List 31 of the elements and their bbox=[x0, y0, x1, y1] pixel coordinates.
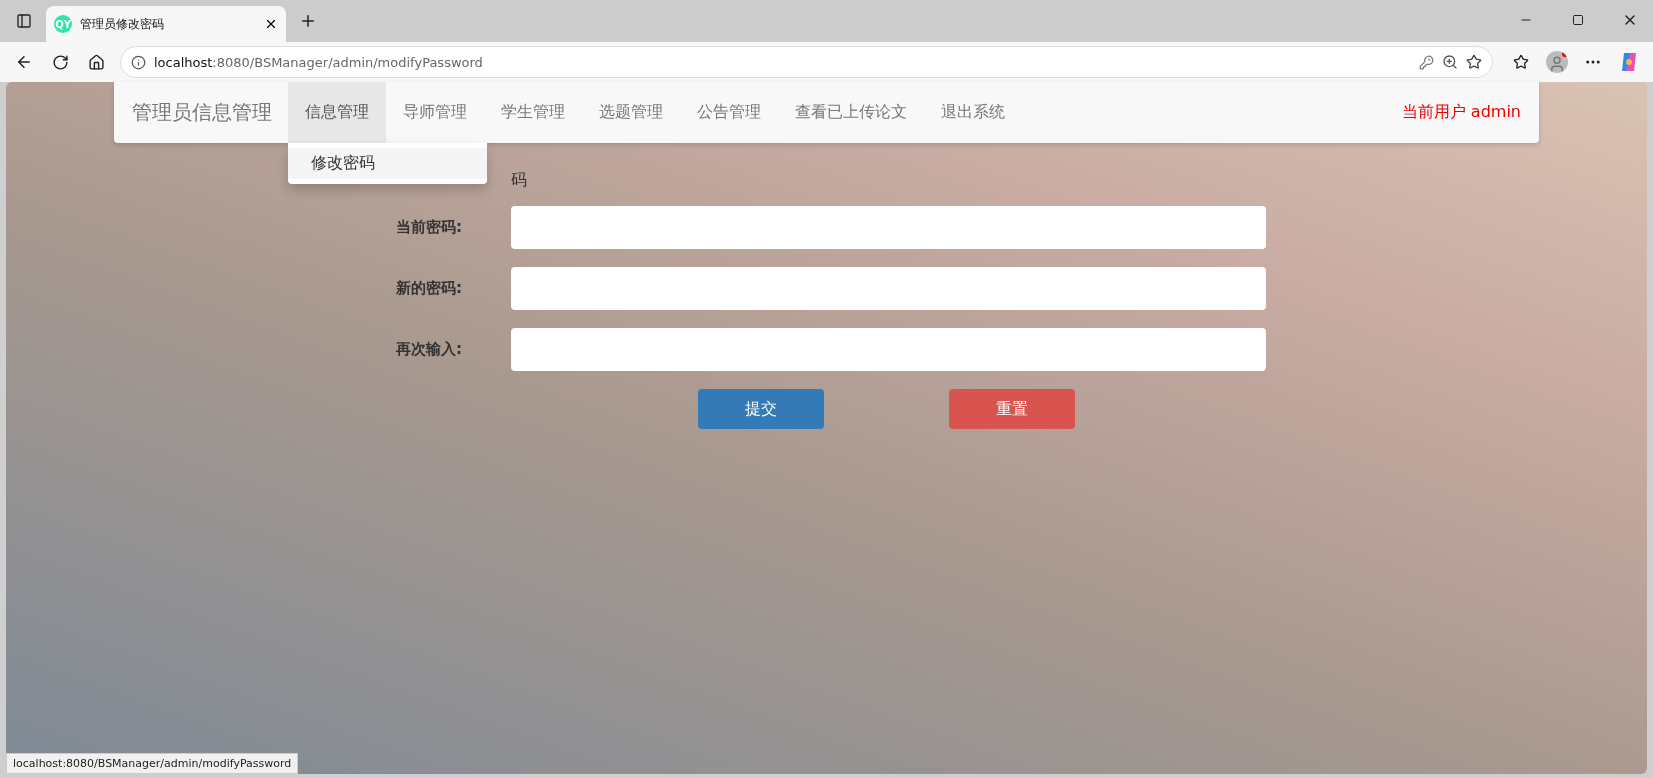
url-text: localhost:8080/BSManager/admin/modifyPassword bbox=[154, 54, 484, 70]
field-label: 再次输入: bbox=[396, 340, 463, 359]
nav-link[interactable]: 选题管理 bbox=[582, 82, 680, 143]
form-heading: 码 bbox=[511, 170, 528, 190]
submit-button[interactable]: 提交 bbox=[698, 389, 824, 429]
info-icon[interactable] bbox=[131, 54, 146, 70]
nav-link[interactable]: 查看已上传论文 bbox=[778, 82, 924, 143]
reset-button[interactable]: 重置 bbox=[949, 389, 1075, 429]
tab-title: 管理员修改密码 bbox=[80, 15, 165, 33]
nav-link[interactable]: 退出系统 bbox=[924, 82, 1022, 143]
close-icon[interactable] bbox=[264, 17, 278, 31]
favicon: QY bbox=[54, 15, 72, 33]
profile-avatar[interactable] bbox=[1546, 51, 1568, 73]
address-bar[interactable]: localhost:8080/BSManager/admin/modifyPassword bbox=[120, 46, 1493, 78]
menu-item[interactable]: 修改密码 bbox=[288, 148, 487, 179]
field-label: 当前密码: bbox=[396, 218, 463, 237]
status-url: localhost:8080/BSManager/admin/modifyPassword bbox=[6, 753, 299, 774]
brand-title: 管理员信息管理 bbox=[132, 99, 272, 126]
nav-link[interactable]: 公告管理 bbox=[680, 82, 778, 143]
password-field[interactable] bbox=[511, 328, 1266, 371]
star-icon[interactable] bbox=[1466, 54, 1482, 70]
nav-link[interactable]: 学生管理 bbox=[484, 82, 582, 143]
nav-link[interactable]: 信息管理 bbox=[288, 82, 386, 143]
nav-link[interactable]: 导师管理 bbox=[386, 82, 484, 143]
current-user: 当前用户 admin bbox=[1401, 102, 1521, 123]
field-label: 新的密码: bbox=[396, 279, 463, 298]
password-field[interactable] bbox=[511, 267, 1266, 310]
key-icon[interactable] bbox=[1419, 54, 1434, 70]
password-field[interactable] bbox=[511, 206, 1266, 249]
browser-tab[interactable]: QY 管理员修改密码 bbox=[46, 6, 286, 42]
zoom-icon[interactable] bbox=[1442, 54, 1458, 70]
